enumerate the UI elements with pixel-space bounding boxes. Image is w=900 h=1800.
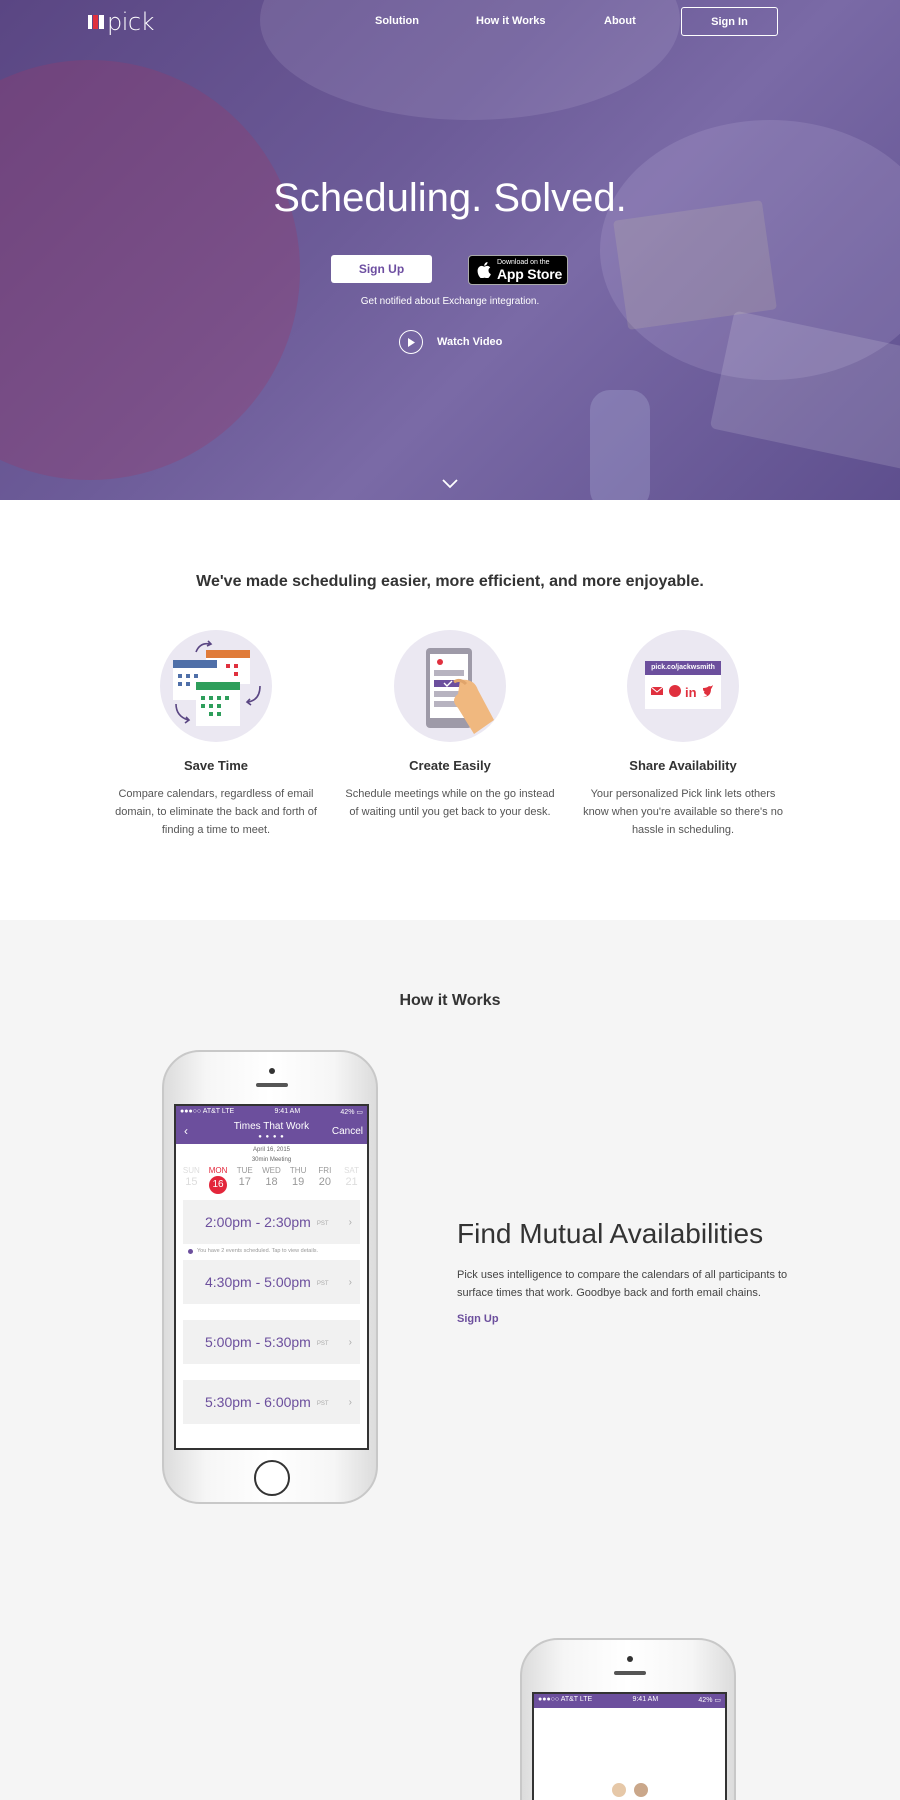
timezone-label: PST xyxy=(316,1221,329,1227)
meeting-date: Friday, February 6 xyxy=(593,1746,666,1756)
nav-link-about[interactable]: About xyxy=(604,15,636,27)
feature-description: Schedule meetings while on the go instea… xyxy=(345,788,555,818)
phone-speaker xyxy=(256,1083,288,1087)
feature-title: Save Time xyxy=(183,758,249,773)
logo-mark-icon xyxy=(88,15,104,29)
meeting-length: 30min Meeting xyxy=(251,1157,292,1163)
status-bar: ●●●○○ AT&T LTE 9:41 AM 42% ▭ xyxy=(534,1694,725,1708)
feature-title: Share Availability xyxy=(629,758,737,773)
phone-screen: ●●●○○ AT&T LTE 9:41 AM 42% ▭ ‹ Times Tha… xyxy=(174,1104,369,1450)
time-slot[interactable]: 4:30pm - 5:00pm PST › xyxy=(183,1260,360,1304)
apple-icon xyxy=(477,262,491,278)
timezone-label: PST xyxy=(316,1341,329,1347)
time-slot-label: 5:00pm - 5:30pm xyxy=(205,1334,311,1350)
home-button xyxy=(254,1460,290,1496)
how-it-works-title: How it Works xyxy=(399,992,501,1009)
phone-screen: ●●●○○ AT&T LTE 9:41 AM 42% ▭ ‹ Meeting D… xyxy=(532,1692,727,1800)
find-sign-up-link[interactable]: Sign Up xyxy=(457,1313,499,1325)
find-availability-title: Find Mutual Availabilities xyxy=(457,1218,764,1249)
feature-share-availability: pick.co/jackwsmith in Share Availability… xyxy=(578,630,788,839)
phone-mockup-details: ●●●○○ AT&T LTE 9:41 AM 42% ▭ ‹ Meeting D… xyxy=(520,1638,736,1800)
time-slot[interactable]: 2:00pm - 2:30pm PST › xyxy=(183,1200,360,1244)
share-link-icon: pick.co/jackwsmith in xyxy=(627,630,739,742)
day-tue[interactable]: TUE 17 xyxy=(232,1166,258,1194)
carrier-text: ●●●○○ AT&T LTE xyxy=(180,1108,235,1115)
avatar xyxy=(610,1782,627,1798)
status-bar: ●●●○○ AT&T LTE 9:41 AM 42% ▭ xyxy=(176,1106,367,1120)
chevron-right-icon: › xyxy=(348,1216,352,1228)
timezone-label: PST xyxy=(316,1401,329,1407)
battery-text: 42% ▭ xyxy=(340,1109,363,1116)
time-slot-label: 5:30pm - 6:00pm xyxy=(205,1394,311,1410)
day-thu[interactable]: THU 19 xyxy=(285,1166,311,1194)
hero-note: Get notified about Exchange integration. xyxy=(360,296,540,307)
carrier-text: ●●●○○ AT&T LTE xyxy=(538,1696,593,1703)
phone-hand-icon xyxy=(394,630,506,742)
hero-section: pick Solution How it Works About Sign In… xyxy=(0,0,900,500)
calendar-sync-icon xyxy=(160,630,272,742)
chevron-right-icon: › xyxy=(348,1336,352,1348)
watch-video-button[interactable]: Watch Video xyxy=(399,330,502,354)
logo[interactable]: pick xyxy=(88,8,155,36)
app-store-badge[interactable]: Download on the App Store xyxy=(468,255,568,285)
time-slot[interactable]: 5:30pm - 6:00pm PST › xyxy=(183,1380,360,1424)
day-wed[interactable]: WED 18 xyxy=(258,1166,284,1194)
day-sun[interactable]: SUN 15 xyxy=(178,1166,204,1194)
share-link-text: pick.co/jackwsmith xyxy=(645,661,721,675)
features-title: We've made scheduling easier, more effic… xyxy=(196,573,704,590)
time-slot-label: 2:00pm - 2:30pm xyxy=(205,1214,311,1230)
time-slot[interactable]: 5:00pm - 5:30pm PST › xyxy=(183,1320,360,1364)
svg-text:in: in xyxy=(685,685,697,700)
top-nav: pick Solution How it Works About Sign In xyxy=(0,0,900,44)
cancel-button[interactable]: Cancel xyxy=(690,1714,721,1725)
find-availability-description: Pick uses intelligence to compare the ca… xyxy=(457,1269,788,1299)
play-icon xyxy=(399,330,423,354)
feature-description: Your personalized Pick link lets others … xyxy=(583,788,783,836)
hero-photo-shape xyxy=(0,60,300,480)
day-picker: SUN 15 MON 16 TUE 17 WED 18 THU 19 FRI 20 SAT 2… xyxy=(176,1164,367,1194)
app-store-big-text: App Store xyxy=(497,266,563,282)
day-fri[interactable]: FRI 20 xyxy=(312,1166,338,1194)
app-bar: ‹ Meeting Details ● ● ● ● Cancel xyxy=(534,1708,725,1732)
feature-title: Create Easily xyxy=(409,758,491,773)
meeting-time: 12:30pm - 1:30pm xyxy=(572,1760,687,1776)
phone-speaker xyxy=(614,1671,646,1675)
nav-link-how-it-works[interactable]: How it Works xyxy=(476,15,545,27)
timezone-label: PST xyxy=(316,1281,329,1287)
meeting-date: April 16, 2015 xyxy=(252,1147,291,1153)
app-bar: ‹ Times That Work ● ● ● ● Cancel xyxy=(176,1120,367,1144)
attendee-avatars xyxy=(534,1782,725,1798)
cancel-button[interactable]: Cancel xyxy=(332,1126,363,1137)
dot-icon xyxy=(188,1248,193,1254)
avatar xyxy=(632,1782,649,1798)
feature-description: Compare calendars, regardless of email d… xyxy=(115,788,317,836)
phone-mockup-times: ●●●○○ AT&T LTE 9:41 AM 42% ▭ ‹ Times Tha… xyxy=(162,1050,378,1504)
social-icons: in xyxy=(650,685,713,700)
logo-text: pick xyxy=(107,8,155,36)
phone-camera xyxy=(627,1656,633,1662)
features-section: We've made scheduling easier, more effic… xyxy=(0,500,900,920)
events-note[interactable]: You have 2 events scheduled. Tap to view… xyxy=(188,1248,367,1254)
clock-text: 9:41 AM xyxy=(632,1696,659,1703)
hero-sign-up-button[interactable]: Sign Up xyxy=(331,255,432,283)
battery-text: 42% ▭ xyxy=(698,1697,721,1704)
feature-create-easily: Create Easily Schedule meetings while on… xyxy=(345,630,555,821)
hero-title: Scheduling. Solved. xyxy=(273,176,627,220)
chevron-down-icon[interactable] xyxy=(441,478,459,490)
sign-in-button[interactable]: Sign In xyxy=(681,7,778,36)
how-it-works-section: How it Works ●●●○○ AT&T LTE 9:41 AM 42% … xyxy=(0,920,900,1800)
day-sat[interactable]: SAT 21 xyxy=(339,1166,365,1194)
feature-save-time: Save Time Compare calendars, regardless … xyxy=(111,630,321,839)
watch-video-label: Watch Video xyxy=(437,336,503,348)
share-card: pick.co/jackwsmith in xyxy=(645,661,721,709)
chevron-right-icon: › xyxy=(348,1396,352,1408)
time-slot-label: 4:30pm - 5:00pm xyxy=(205,1274,311,1290)
chevron-right-icon: › xyxy=(348,1276,352,1288)
phone-camera xyxy=(269,1068,275,1074)
clock-text: 9:41 AM xyxy=(274,1108,301,1115)
day-mon-selected[interactable]: MON 16 xyxy=(205,1166,231,1194)
hero-photo-shape xyxy=(590,390,650,500)
nav-link-solution[interactable]: Solution xyxy=(375,15,419,27)
